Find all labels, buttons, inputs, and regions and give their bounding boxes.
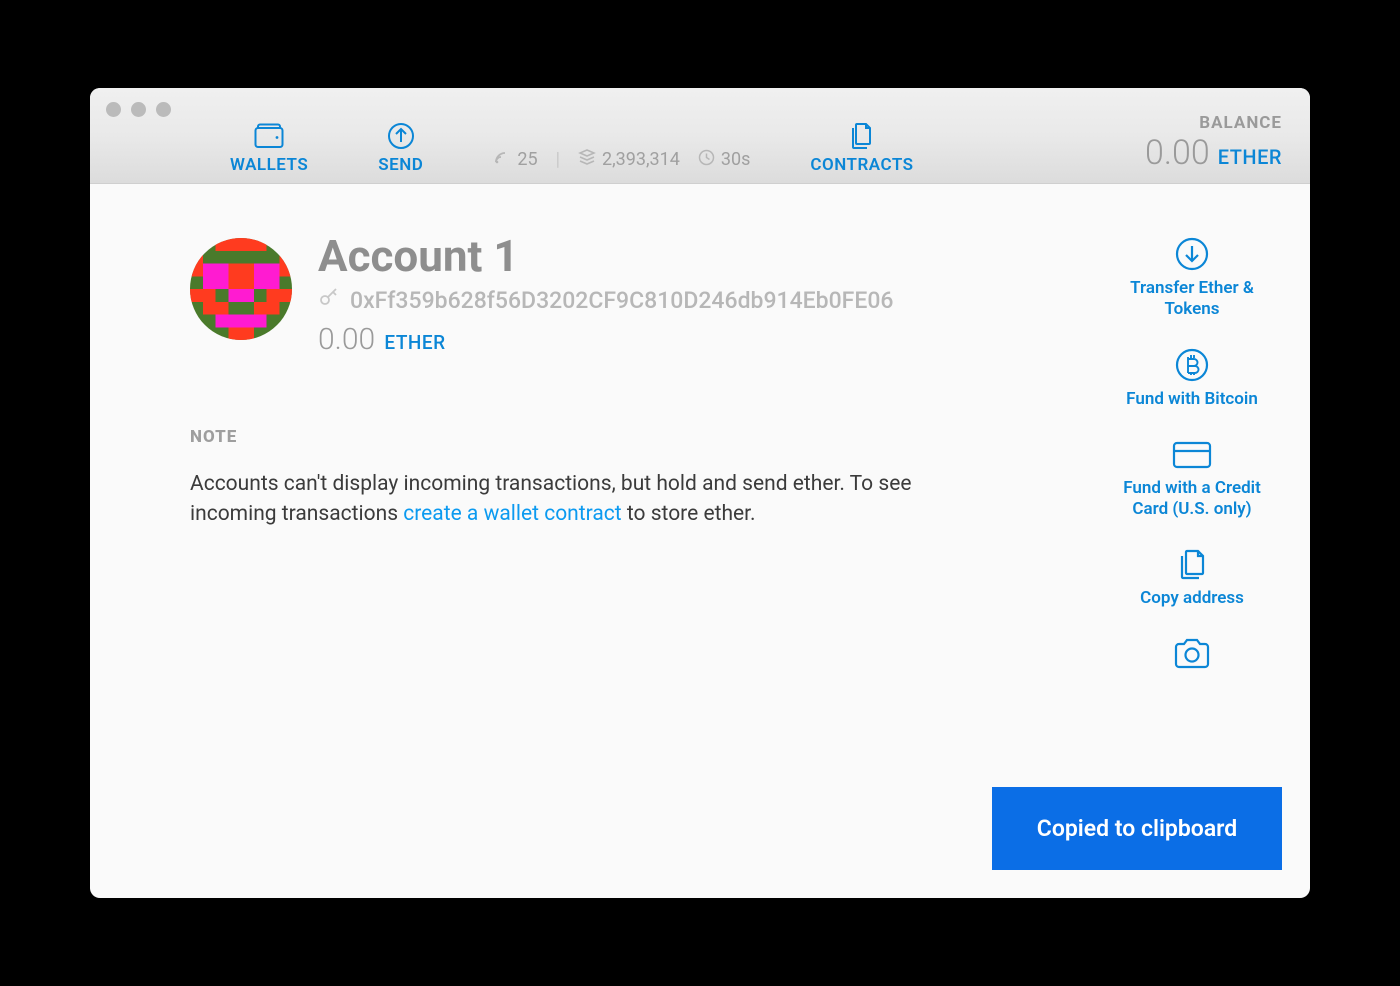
send-icon <box>387 121 415 151</box>
fund-card-label: Fund with a Credit Card (U.S. only) <box>1122 478 1262 521</box>
account-name: Account 1 <box>318 230 893 282</box>
header-balance: BALANCE 0.00 ETHER <box>1145 113 1282 175</box>
copy-icon <box>1174 544 1210 584</box>
block-stat: 2,393,314 <box>578 148 680 171</box>
account-identicon <box>190 238 292 340</box>
balance-unit: ETHER <box>1218 145 1282 169</box>
clock-icon <box>698 149 715 171</box>
content: Account 1 0xFf359b628f56D3202CF9C810D246… <box>90 184 1310 678</box>
note-section: NOTE Accounts can't display incoming tra… <box>190 427 1062 530</box>
account-header: Account 1 0xFf359b628f56D3202CF9C810D246… <box>190 230 1062 357</box>
peers-stat: 25 <box>493 148 537 171</box>
fund-bitcoin-label: Fund with Bitcoin <box>1126 389 1258 410</box>
network-stats: 25 | 2,393,314 <box>493 148 750 175</box>
camera-icon <box>1172 634 1212 674</box>
transfer-action[interactable]: Transfer Ether & Tokens <box>1122 234 1262 321</box>
balance-amount: 0.00 <box>1145 133 1210 173</box>
transfer-label: Transfer Ether & Tokens <box>1122 278 1262 321</box>
nav-contracts[interactable]: CONTRACTS <box>810 121 913 175</box>
note-text-after: to store ether. <box>622 502 756 526</box>
wifi-icon <box>493 148 511 171</box>
main-column: Account 1 0xFf359b628f56D3202CF9C810D246… <box>190 230 1102 678</box>
nav-wallets[interactable]: WALLETS <box>230 121 308 175</box>
contracts-icon <box>847 121 877 151</box>
balance-label: BALANCE <box>1145 113 1282 133</box>
download-circle-icon <box>1174 234 1210 274</box>
account-balance-amount: 0.00 <box>318 322 375 357</box>
nav-send-label: SEND <box>378 155 423 175</box>
block-value: 2,393,314 <box>602 149 680 170</box>
peers-value: 25 <box>517 149 537 170</box>
copy-address-label: Copy address <box>1140 588 1244 609</box>
nav-send[interactable]: SEND <box>378 121 423 175</box>
fund-bitcoin-action[interactable]: Fund with Bitcoin <box>1126 345 1258 410</box>
layers-icon <box>578 148 596 171</box>
copy-address-action[interactable]: Copy address <box>1140 544 1244 609</box>
sidebar-actions: Transfer Ether & Tokens Fund with Bitcoi… <box>1102 230 1282 678</box>
key-icon <box>318 286 340 314</box>
toast-text: Copied to clipboard <box>1037 815 1237 842</box>
note-heading: NOTE <box>190 427 1062 447</box>
create-wallet-contract-link[interactable]: create a wallet contract <box>403 502 621 526</box>
account-address[interactable]: 0xFf359b628f56D3202CF9C810D246db914Eb0FE… <box>350 287 893 314</box>
account-balance: 0.00 ETHER <box>318 322 893 357</box>
separator: | <box>556 149 560 170</box>
nav-wallets-label: WALLETS <box>230 155 308 175</box>
app-window: WALLETS SEND <box>90 88 1310 898</box>
wallet-icon <box>254 121 284 151</box>
toast-notification: Copied to clipboard <box>992 787 1282 870</box>
fund-card-action[interactable]: Fund with a Credit Card (U.S. only) <box>1122 434 1262 521</box>
qr-code-action[interactable] <box>1172 634 1212 678</box>
titlebar: WALLETS SEND <box>90 88 1310 184</box>
credit-card-icon <box>1171 434 1213 474</box>
sync-value: 30s <box>721 149 751 170</box>
account-address-row: 0xFf359b628f56D3202CF9C810D246db914Eb0FE… <box>318 286 893 314</box>
account-meta: Account 1 0xFf359b628f56D3202CF9C810D246… <box>318 230 893 357</box>
note-text: Accounts can't display incoming transact… <box>190 469 980 530</box>
sync-stat: 30s <box>698 149 751 171</box>
bitcoin-icon <box>1174 345 1210 385</box>
account-balance-unit: ETHER <box>384 331 445 354</box>
nav-row: WALLETS SEND <box>90 113 1310 175</box>
nav-contracts-label: CONTRACTS <box>810 155 913 175</box>
